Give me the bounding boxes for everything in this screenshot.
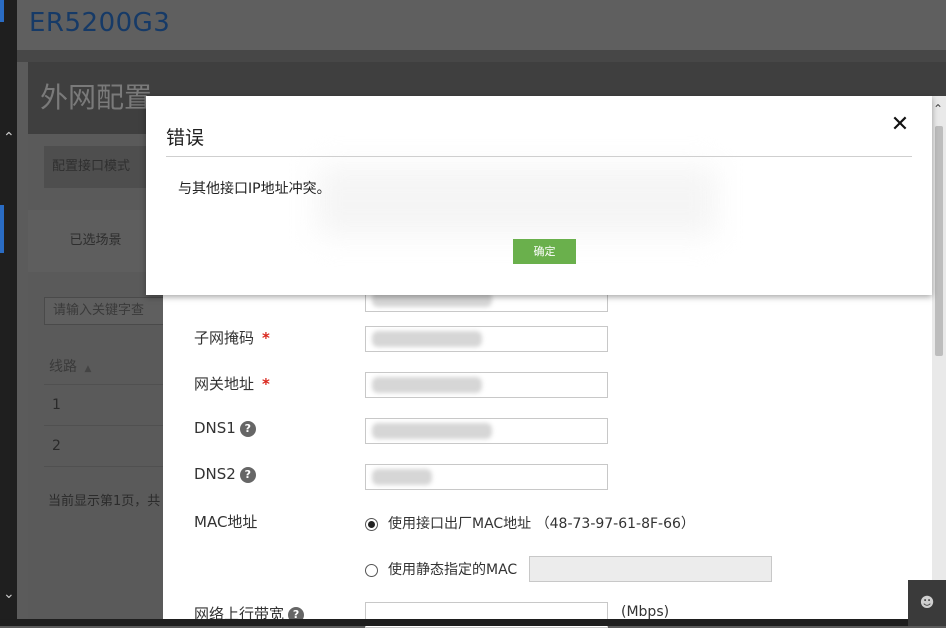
subnet-mask-row: 子网掩码 * bbox=[194, 327, 270, 348]
dialog-title: 错误 bbox=[166, 127, 205, 149]
selected-scene: 已选场景 bbox=[28, 210, 163, 272]
brand-title: ER5200G3 bbox=[29, 8, 171, 38]
dns1-label: DNS1 bbox=[194, 419, 236, 437]
redacted-value bbox=[372, 423, 492, 439]
mac-row: MAC地址 bbox=[194, 511, 257, 532]
config-form: 子网掩码 * 网关地址 * DNS1? DNS2? MAC地址 使用接口出厂MAC地… bbox=[163, 278, 932, 628]
required-mark: * bbox=[262, 375, 270, 393]
mac-factory-label: 使用接口出厂MAC地址 （48-73-97-61-8F-66） bbox=[388, 516, 695, 532]
mac-factory-radio[interactable]: 使用接口出厂MAC地址 （48-73-97-61-8F-66） bbox=[365, 513, 695, 533]
redacted-value bbox=[372, 331, 482, 347]
subnet-mask-field[interactable] bbox=[365, 326, 608, 352]
required-mark: * bbox=[262, 329, 270, 347]
page-title: 外网配置 bbox=[40, 81, 153, 114]
column-header-line[interactable]: 线路 ▲ bbox=[49, 356, 91, 376]
subnet-mask-label: 子网掩码 bbox=[194, 329, 255, 347]
gateway-row: 网关地址 * bbox=[194, 373, 270, 394]
bottom-bar bbox=[0, 619, 946, 626]
redacted-value bbox=[372, 377, 482, 393]
right-scrollbar[interactable]: ⌃ bbox=[932, 96, 946, 626]
gateway-field[interactable] bbox=[365, 372, 608, 398]
left-accent-2 bbox=[0, 205, 4, 253]
help-icon[interactable]: ? bbox=[239, 420, 256, 437]
gateway-label: 网关地址 bbox=[194, 375, 255, 393]
user-icon[interactable]: ☻ bbox=[908, 580, 946, 626]
mac-label: MAC地址 bbox=[194, 513, 258, 531]
close-icon[interactable]: ✕ bbox=[888, 113, 912, 137]
dns2-row: DNS2? bbox=[194, 465, 256, 483]
scrollbar-thumb[interactable] bbox=[935, 126, 943, 356]
column-header-label: 线路 bbox=[49, 359, 77, 375]
left-accent bbox=[0, 0, 4, 22]
dialog-message: 与其他接口IP地址冲突。 bbox=[178, 181, 331, 197]
mac-static-radio[interactable]: 使用静态指定的MAC bbox=[365, 559, 517, 579]
radio-checked-icon bbox=[365, 517, 378, 531]
top-header: ER5200G3 bbox=[17, 0, 946, 50]
radio-unchecked-icon bbox=[365, 563, 378, 577]
scroll-up-icon[interactable]: ⌃ bbox=[3, 130, 15, 146]
scroll-up-icon[interactable]: ⌃ bbox=[933, 102, 943, 116]
left-scroll-strip: ⌃ ⌄ bbox=[0, 0, 17, 626]
help-icon[interactable]: ? bbox=[239, 466, 256, 483]
dns2-label: DNS2 bbox=[194, 465, 236, 483]
uplink-unit: (Mbps) bbox=[621, 604, 670, 620]
page-info: 当前显示第1页，共 bbox=[48, 494, 161, 509]
sort-icon: ▲ bbox=[84, 364, 92, 374]
dns1-row: DNS1? bbox=[194, 419, 256, 437]
dns1-field[interactable] bbox=[365, 418, 608, 444]
mac-static-label: 使用静态指定的MAC bbox=[388, 562, 518, 578]
dialog-divider bbox=[166, 156, 912, 157]
ok-button[interactable]: 确定 bbox=[513, 239, 576, 264]
error-dialog: 错误 ✕ 与其他接口IP地址冲突。 确定 bbox=[146, 96, 932, 295]
redacted-value bbox=[372, 469, 432, 485]
modal-blur-artifact bbox=[316, 166, 716, 236]
dns2-field[interactable] bbox=[365, 464, 608, 490]
scroll-down-icon[interactable]: ⌄ bbox=[3, 586, 15, 602]
header-shade bbox=[17, 50, 946, 62]
static-mac-field[interactable] bbox=[529, 556, 772, 582]
